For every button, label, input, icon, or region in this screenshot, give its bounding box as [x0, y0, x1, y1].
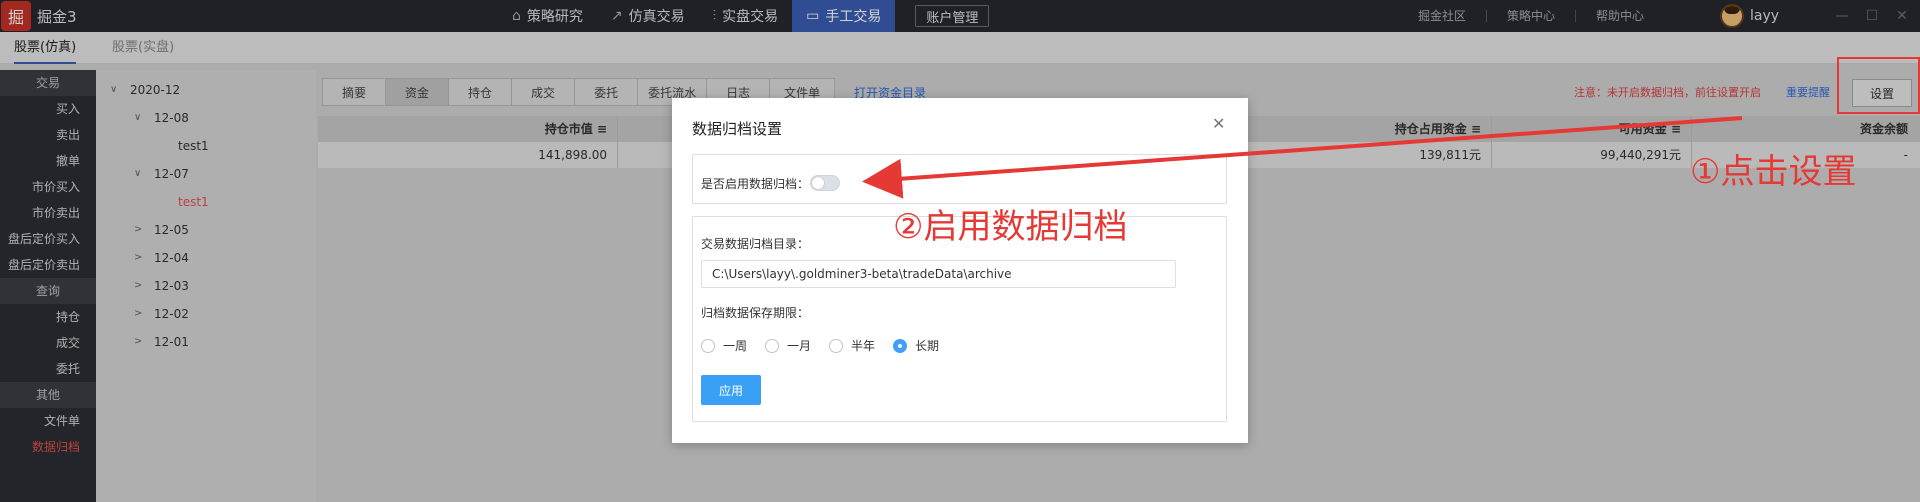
dialog-title: 数据归档设置 — [692, 120, 783, 138]
radio-label: 一周 — [723, 339, 748, 353]
radio-long-term[interactable]: 长期 — [893, 337, 939, 354]
radio-circle — [893, 338, 908, 353]
annotation-step2: ②启用数据归档 — [893, 207, 1128, 247]
close-icon[interactable]: ✕ — [1212, 114, 1225, 133]
radio-label: 长期 — [915, 339, 940, 353]
retention-label: 归档数据保存期限： — [701, 306, 810, 320]
radio-circle — [701, 338, 715, 353]
radio-circle — [829, 338, 844, 353]
archive-settings-dialog: 数据归档设置 ✕ 是否启用数据归档： 交易数据归档目录： 归档数据保存期限： 一… — [672, 98, 1248, 443]
dir-label: 交易数据归档目录： — [701, 237, 810, 251]
enable-label: 是否启用数据归档： — [701, 177, 810, 191]
radio-one-month[interactable]: 一月 — [765, 337, 811, 354]
retention-radio-group: 一周 一月 半年 长期 — [701, 337, 939, 354]
radio-one-week[interactable]: 一周 — [701, 337, 747, 354]
annotation-highlight-box — [1837, 57, 1920, 114]
enable-section: 是否启用数据归档： — [692, 154, 1227, 204]
apply-button[interactable]: 应用 — [701, 375, 761, 405]
radio-label: 半年 — [851, 339, 876, 353]
annotation-step1: ①点击设置 — [1690, 152, 1857, 192]
enable-archive-toggle[interactable] — [810, 175, 840, 191]
archive-dir-input[interactable] — [701, 260, 1176, 288]
radio-circle — [765, 338, 780, 353]
radio-half-year[interactable]: 半年 — [829, 337, 875, 354]
radio-label: 一月 — [787, 339, 812, 353]
